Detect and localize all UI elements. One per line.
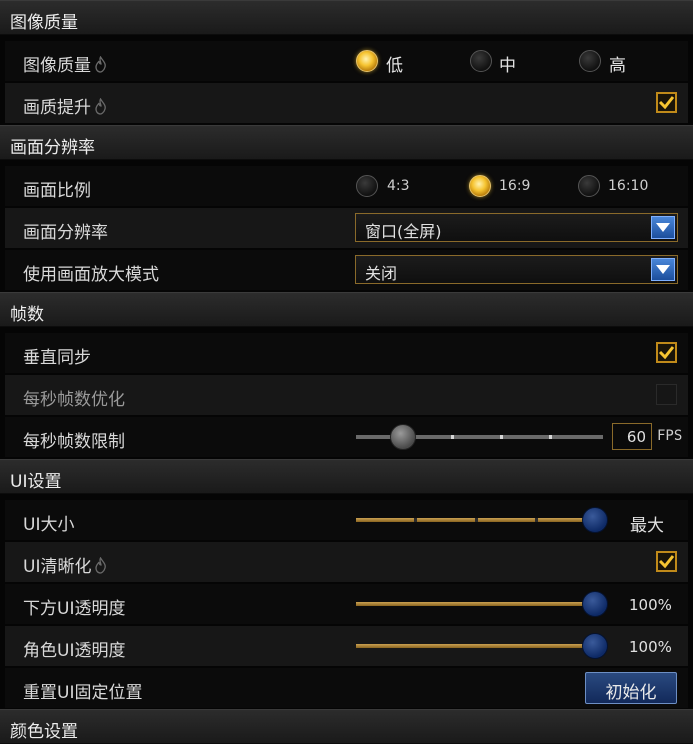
row-aspect-ratio: 画面比例 4:3 16:9 16:10 bbox=[5, 166, 688, 206]
row-fps-limit: 每秒帧数限制 60 FPS bbox=[5, 417, 688, 457]
quality-enhance-label: 画质提升 bbox=[23, 93, 107, 118]
row-ui-sharpen: UI清晰化 bbox=[5, 542, 688, 582]
checkmark-icon bbox=[658, 346, 675, 360]
flame-icon bbox=[95, 98, 106, 115]
bottom-ui-opacity-label: 下方UI透明度 bbox=[23, 599, 126, 619]
resolution-dropdown[interactable]: 窗口(全屏) bbox=[355, 213, 678, 242]
section-title: 画面分辨率 bbox=[10, 138, 95, 158]
flame-icon bbox=[95, 56, 106, 73]
reset-button-label: 初始化 bbox=[605, 683, 657, 703]
fps-optimize-label: 每秒帧数优化 bbox=[23, 390, 125, 410]
character-ui-opacity-label: 角色UI透明度 bbox=[23, 641, 126, 661]
ui-size-value: 最大 bbox=[630, 516, 664, 536]
section-header-resolution: 画面分辨率 bbox=[0, 125, 693, 160]
chevron-down-icon bbox=[656, 223, 670, 232]
image-quality-label: 图像质量 bbox=[23, 51, 107, 76]
graphics-settings-panel: 图像质量 图像质量 低 中 高 画质提升 画面分辨率 画面比例 4:3 16:9… bbox=[0, 0, 693, 744]
flame-icon bbox=[95, 557, 107, 574]
quality-high-radio[interactable] bbox=[579, 50, 601, 72]
fps-unit-label: FPS bbox=[657, 428, 683, 444]
quality-low-radio[interactable] bbox=[356, 50, 378, 72]
section-title: 颜色设置 bbox=[10, 722, 78, 742]
reset-ui-position-button[interactable]: 初始化 bbox=[585, 672, 677, 704]
ratio-16-10-radio[interactable] bbox=[578, 175, 600, 197]
zoom-mode-label: 使用画面放大模式 bbox=[23, 265, 159, 285]
vsync-checkbox[interactable] bbox=[656, 342, 677, 363]
row-vsync: 垂直同步 bbox=[5, 333, 688, 373]
character-ui-opacity-value: 100% bbox=[629, 638, 672, 656]
ratio-4-3-radio[interactable] bbox=[356, 175, 378, 197]
row-zoom-mode: 使用画面放大模式 关闭 bbox=[5, 250, 688, 290]
aspect-ratio-label: 画面比例 bbox=[23, 181, 91, 201]
ratio-4-3-label: 4:3 bbox=[387, 178, 410, 194]
ui-size-slider-track[interactable] bbox=[356, 518, 600, 522]
section-title: 图像质量 bbox=[10, 13, 78, 33]
character-ui-opacity-slider-handle[interactable] bbox=[582, 633, 608, 659]
slider-tick bbox=[549, 435, 552, 439]
row-resolution: 画面分辨率 窗口(全屏) bbox=[5, 208, 688, 248]
slider-tick bbox=[500, 435, 503, 439]
slider-tick bbox=[414, 518, 417, 522]
row-image-quality: 图像质量 低 中 高 bbox=[5, 41, 688, 81]
ui-size-slider-handle[interactable] bbox=[582, 507, 608, 533]
fps-limit-label: 每秒帧数限制 bbox=[23, 432, 125, 452]
fps-limit-value: 60 bbox=[626, 428, 646, 446]
chevron-down-icon bbox=[656, 265, 670, 274]
quality-low-label: 低 bbox=[386, 56, 403, 76]
slider-tick bbox=[451, 435, 454, 439]
row-bottom-ui-opacity: 下方UI透明度 100% bbox=[5, 584, 688, 624]
row-fps-optimize: 每秒帧数优化 bbox=[5, 375, 688, 415]
checkmark-icon bbox=[658, 96, 675, 110]
row-ui-size: UI大小 最大 bbox=[5, 500, 688, 540]
section-header-frame-rate: 帧数 bbox=[0, 292, 693, 327]
quality-mid-label: 中 bbox=[499, 56, 516, 76]
row-quality-enhance: 画质提升 bbox=[5, 83, 688, 123]
row-character-ui-opacity: 角色UI透明度 100% bbox=[5, 626, 688, 666]
quality-mid-radio[interactable] bbox=[470, 50, 492, 72]
zoom-mode-dropdown[interactable]: 关闭 bbox=[355, 255, 678, 284]
slider-tick bbox=[535, 518, 538, 522]
ratio-16-9-radio[interactable] bbox=[469, 175, 491, 197]
reset-ui-position-label: 重置UI固定位置 bbox=[23, 683, 143, 703]
row-reset-ui-position: 重置UI固定位置 初始化 bbox=[5, 668, 688, 708]
fps-optimize-checkbox[interactable] bbox=[656, 384, 677, 405]
vsync-label: 垂直同步 bbox=[23, 348, 91, 368]
fps-limit-input[interactable]: 60 bbox=[612, 423, 652, 450]
section-header-image-quality: 图像质量 bbox=[0, 0, 693, 35]
ui-sharpen-label: UI清晰化 bbox=[23, 552, 107, 577]
fps-limit-slider-handle[interactable] bbox=[390, 424, 416, 450]
section-title: UI设置 bbox=[10, 472, 62, 492]
dropdown-arrow[interactable] bbox=[651, 216, 675, 239]
bottom-ui-opacity-slider-handle[interactable] bbox=[582, 591, 608, 617]
slider-tick bbox=[475, 518, 478, 522]
section-header-ui-settings: UI设置 bbox=[0, 459, 693, 494]
section-title: 帧数 bbox=[10, 305, 44, 325]
quality-high-label: 高 bbox=[609, 56, 626, 76]
resolution-label: 画面分辨率 bbox=[23, 223, 108, 243]
bottom-ui-opacity-value: 100% bbox=[629, 596, 672, 614]
dropdown-arrow[interactable] bbox=[651, 258, 675, 281]
quality-enhance-checkbox[interactable] bbox=[656, 92, 677, 113]
ratio-16-10-label: 16:10 bbox=[608, 178, 649, 194]
bottom-ui-opacity-slider-track[interactable] bbox=[356, 602, 600, 606]
ui-sharpen-checkbox[interactable] bbox=[656, 551, 677, 572]
character-ui-opacity-slider-track[interactable] bbox=[356, 644, 600, 648]
ratio-16-9-label: 16:9 bbox=[499, 178, 531, 194]
resolution-selected-value: 窗口(全屏) bbox=[365, 222, 442, 241]
zoom-mode-selected-value: 关闭 bbox=[365, 264, 398, 283]
checkmark-icon bbox=[658, 555, 675, 569]
ui-size-label: UI大小 bbox=[23, 515, 75, 535]
